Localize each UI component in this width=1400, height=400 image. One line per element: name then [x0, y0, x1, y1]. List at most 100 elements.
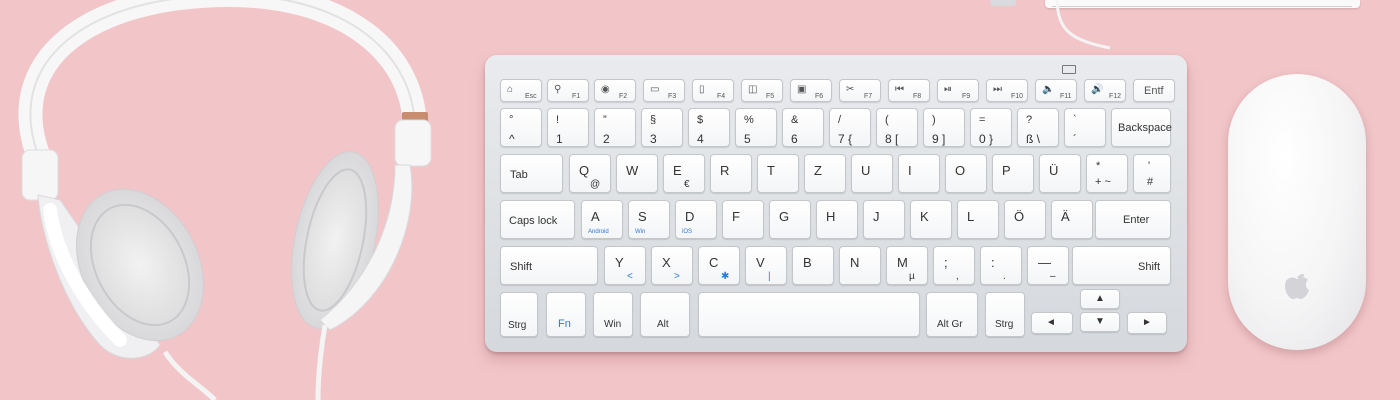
key-label: Strg [508, 320, 527, 331]
key-label: ) [932, 114, 936, 126]
key-num-12[interactable]: ` ´ [1064, 108, 1106, 147]
key-yxcv-7[interactable]: ;, [933, 246, 975, 285]
key-yxcv-0[interactable]: Y < [604, 246, 646, 285]
key-yxcv-6[interactable]: Mµ [886, 246, 928, 285]
key-label: Alt Gr [937, 319, 963, 330]
key-yxcv-2[interactable]: C ✱ [698, 246, 740, 285]
magic-mouse[interactable] [1228, 74, 1366, 350]
esc-icon: ⌂ [507, 84, 514, 95]
key-k[interactable]: K [910, 200, 952, 239]
key-yxcv-1[interactable]: X > [651, 246, 693, 285]
key-l[interactable]: L [957, 200, 999, 239]
key-ä[interactable]: Ä [1051, 200, 1093, 239]
key-arrow-left[interactable]: ◄ [1031, 312, 1073, 334]
key-label: X [662, 255, 671, 270]
key-arrow-right[interactable]: ► [1127, 312, 1167, 334]
key-yxcv-8[interactable]: :. [980, 246, 1022, 285]
key-alt-gr[interactable]: Alt Gr [926, 292, 978, 337]
key-label: ´ [1073, 132, 1077, 146]
key-q[interactable]: Q @ [569, 154, 611, 193]
key-space[interactable] [698, 292, 920, 337]
key-arrow-up[interactable]: ▲ [1080, 289, 1120, 309]
key-i[interactable]: I [898, 154, 940, 193]
key-num-1[interactable]: ! 1 [547, 108, 589, 147]
key-f5[interactable]: ◫ F5 [741, 79, 783, 102]
key-backspace[interactable]: Backspace [1111, 108, 1172, 147]
key-label: Win [604, 319, 622, 330]
key-fn[interactable]: Fn [546, 292, 586, 337]
key-num-9[interactable]: ) 9 ] [923, 108, 965, 147]
key-f9[interactable]: ⏯ F9 [937, 79, 979, 102]
key-o[interactable]: O [945, 154, 987, 193]
key-num-6[interactable]: & 6 [782, 108, 824, 147]
key-f6[interactable]: ▣ F6 [790, 79, 832, 102]
key-f8[interactable]: ⏮ F8 [888, 79, 930, 102]
key-yxcv-5[interactable]: N [839, 246, 881, 285]
key-d[interactable]: DiOS [675, 200, 717, 239]
key-arrow-down[interactable]: ▼ [1080, 312, 1120, 332]
key-plus[interactable]: * + ~ [1086, 154, 1128, 193]
key-win[interactable]: Win [593, 292, 633, 337]
key-entf[interactable]: Entf [1133, 79, 1175, 102]
key-label: Caps lock [509, 215, 558, 227]
key-label: @ [590, 179, 601, 190]
key-f10[interactable]: ⏭ F10 [986, 79, 1028, 102]
key-label: # [1147, 176, 1154, 188]
key-yxcv-3[interactable]: V | [745, 246, 787, 285]
key-r[interactable]: R [710, 154, 752, 193]
f10-icon: ⏭ [993, 84, 1002, 95]
key-strg-left[interactable]: Strg [500, 292, 538, 337]
key-w[interactable]: W [616, 154, 658, 193]
key-caps-lock[interactable]: Caps lock [500, 200, 575, 239]
key-f7[interactable]: ✂ F7 [839, 79, 881, 102]
key-p[interactable]: P [992, 154, 1034, 193]
key-alt[interactable]: Alt [640, 292, 690, 337]
key-g[interactable]: G [769, 200, 811, 239]
key-num-5[interactable]: % 5 [735, 108, 777, 147]
key-z[interactable]: Z [804, 154, 846, 193]
key-f2[interactable]: ◉ F2 [594, 79, 636, 102]
f1-icon: ⚲ [554, 84, 562, 95]
key-f1[interactable]: ⚲ F1 [547, 79, 589, 102]
key-j[interactable]: J [863, 200, 905, 239]
apple-logo-icon [1285, 274, 1309, 299]
f5-icon: ◫ [748, 84, 758, 95]
key-enter[interactable]: Enter [1095, 200, 1171, 239]
key-num-8[interactable]: (8 [ [876, 108, 918, 147]
key-shift-left[interactable]: Shift [500, 246, 598, 285]
key-shift-right[interactable]: Shift [1072, 246, 1171, 285]
key-esc[interactable]: ⌂ Esc [500, 79, 542, 102]
key-num-7[interactable]: / 7 { [829, 108, 871, 147]
key-ü[interactable]: Ü [1039, 154, 1081, 193]
key-yxcv-4[interactable]: B [792, 246, 834, 285]
key-f12[interactable]: 🔊 F12 [1084, 79, 1126, 102]
key-num-10[interactable]: = 0 } [970, 108, 1012, 147]
key-num-3[interactable]: § 3 [641, 108, 683, 147]
key-num-0[interactable]: ° ^ [500, 108, 542, 147]
key-num-11[interactable]: ? ß \ [1017, 108, 1059, 147]
key-f3[interactable]: ▭ F3 [643, 79, 685, 102]
key-label: Fn [558, 318, 571, 330]
key-f4[interactable]: ▯ F4 [692, 79, 734, 102]
key-label: 3 [650, 132, 657, 146]
key-ö[interactable]: Ö [1004, 200, 1046, 239]
key-strg-right[interactable]: Strg [985, 292, 1025, 337]
key-tab[interactable]: Tab [500, 154, 563, 193]
key-f11[interactable]: 🔈 F11 [1035, 79, 1077, 102]
key-num-4[interactable]: $4 [688, 108, 730, 147]
key-label: U [861, 163, 871, 178]
key-s[interactable]: S Win [628, 200, 670, 239]
key-h[interactable]: H [816, 200, 858, 239]
key-num-2[interactable]: ” 2 [594, 108, 636, 147]
key-a[interactable]: A Android [581, 200, 623, 239]
key-f[interactable]: F [722, 200, 764, 239]
key-e[interactable]: E € [663, 154, 705, 193]
key-label: S [638, 209, 647, 224]
key-t[interactable]: T [757, 154, 799, 193]
key-label: Z [814, 163, 822, 178]
f8-icon: ⏮ [895, 84, 904, 95]
key-hash[interactable]: ' # [1133, 154, 1171, 193]
key-yxcv-9[interactable]: — – [1027, 246, 1069, 285]
battery-indicator-icon [1062, 65, 1076, 74]
key-u[interactable]: U [851, 154, 893, 193]
